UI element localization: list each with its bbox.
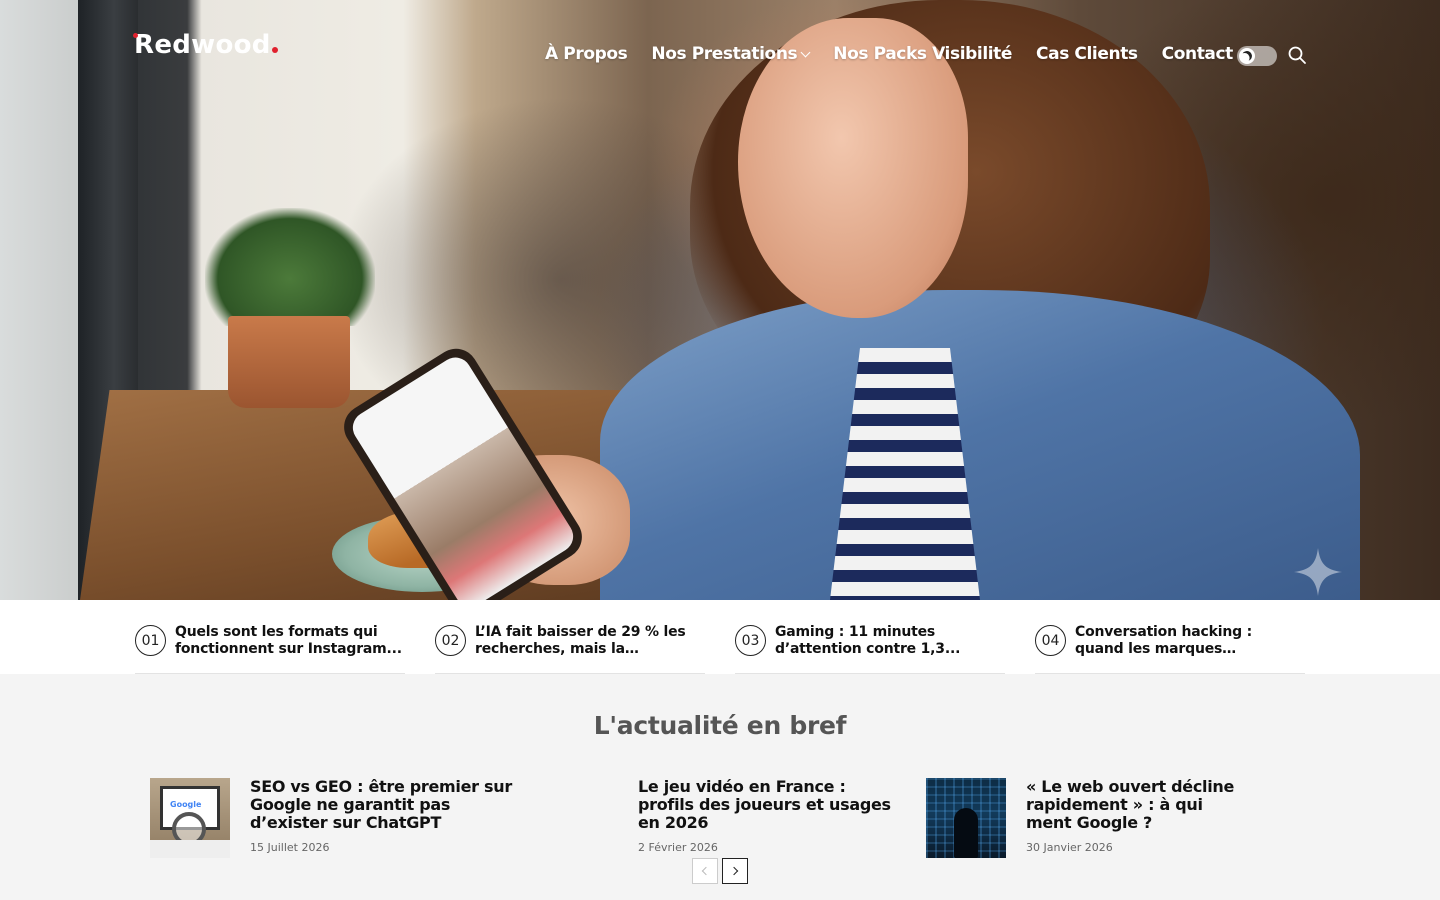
nav-item-label: Nos Prestations: [651, 44, 798, 64]
trending-item[interactable]: 03 Gaming : 11 minutes d’attention contr…: [735, 600, 1005, 674]
nav-item-label: Nos Packs Visibilité: [833, 44, 1013, 64]
news-card[interactable]: Le jeu vidéo en France : profils des jou…: [638, 778, 898, 855]
news-date: 2 Février 2026: [638, 841, 718, 854]
carousel-pager: [692, 858, 748, 884]
chevron-right-icon: [729, 866, 739, 876]
denim-jacket: [600, 290, 1360, 600]
paper: [150, 840, 230, 858]
trending-number: 01: [135, 625, 166, 656]
main-nav: À Propos Nos Prestations Nos Packs Visib…: [545, 44, 1233, 64]
nav-item-contact[interactable]: Contact: [1161, 44, 1234, 64]
moon-icon: [1241, 50, 1254, 63]
nav-item-label: Contact: [1161, 44, 1234, 64]
news-date: 15 Juillet 2026: [250, 841, 330, 854]
trending-title: Quels sont les formats qui fonctionnent …: [175, 624, 402, 657]
google-logo: Google: [170, 800, 202, 809]
logo[interactable]: Redwood: [133, 30, 278, 60]
news-title[interactable]: Le jeu vidéo en France : profils des jou…: [638, 778, 898, 832]
logo-period: [271, 47, 278, 53]
nav-item-nos-packs-visibilite[interactable]: Nos Packs Visibilité: [833, 44, 1012, 64]
logo-text: Redwood: [134, 30, 271, 60]
news-card[interactable]: Google SEO vs GEO : être premier sur Goo…: [150, 778, 530, 858]
nav-item-label: Cas Clients: [1036, 44, 1138, 64]
trending-number: 03: [735, 625, 766, 656]
hero-image: [0, 0, 1440, 600]
chevron-left-icon: [701, 866, 711, 876]
nav-item-nos-prestations[interactable]: Nos Prestations: [651, 44, 811, 64]
chevron-down-icon: [800, 47, 811, 57]
trending-title: Gaming : 11 minutes d’attention contre 1…: [775, 624, 961, 657]
plant-pot: [228, 316, 350, 408]
news-date: 30 Janvier 2026: [1026, 841, 1113, 854]
news-thumbnail[interactable]: Google: [150, 778, 230, 858]
section-title: L'actualité en bref: [593, 711, 847, 740]
news-card[interactable]: « Le web ouvert décline rapidement » : à…: [926, 778, 1246, 858]
news-title[interactable]: « Le web ouvert décline rapidement » : à…: [1026, 778, 1246, 832]
nav-item-cas-clients[interactable]: Cas Clients: [1036, 44, 1138, 64]
trending-title: Conversation hacking : quand les marques…: [1075, 624, 1252, 657]
news-title[interactable]: SEO vs GEO : être premier sur Google ne …: [250, 778, 530, 832]
logo-dot: [133, 33, 138, 38]
trending-number: 02: [435, 625, 466, 656]
trending-strip: 01 Quels sont les formats qui fonctionne…: [0, 600, 1440, 674]
nav-item-a-propos[interactable]: À Propos: [545, 44, 628, 64]
person-silhouette: [954, 808, 978, 858]
trending-item[interactable]: 01 Quels sont les formats qui fonctionne…: [135, 600, 405, 674]
trending-item[interactable]: 04 Conversation hacking : quand les marq…: [1035, 600, 1305, 674]
carousel-next-button[interactable]: [722, 858, 748, 884]
plant: [205, 208, 375, 326]
dark-mode-toggle[interactable]: [1237, 46, 1277, 66]
search-icon[interactable]: [1287, 45, 1307, 65]
toggle-knob: [1239, 48, 1255, 64]
trending-item[interactable]: 02 L’IA fait baisser de 29 % les recherc…: [435, 600, 705, 674]
trending-title: L’IA fait baisser de 29 % les recherches…: [475, 624, 686, 657]
sparkle-icon: [1294, 548, 1342, 596]
trending-number: 04: [1035, 625, 1066, 656]
carousel-prev-button[interactable]: [692, 858, 718, 884]
nav-item-label: À Propos: [545, 44, 628, 64]
news-thumbnail[interactable]: [926, 778, 1006, 858]
